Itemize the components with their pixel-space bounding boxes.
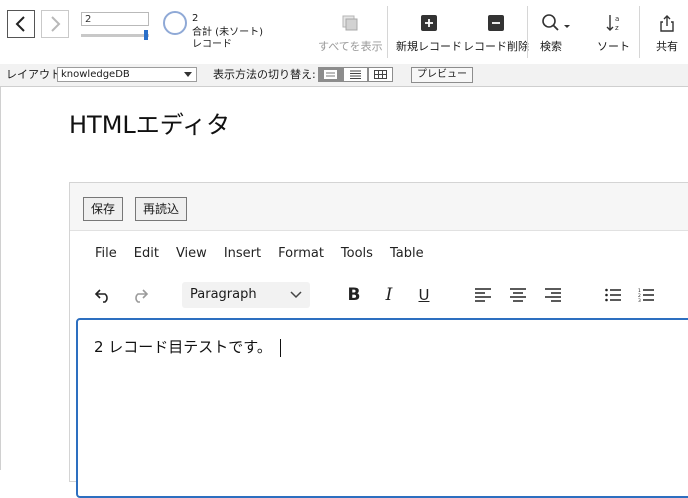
record-slider-thumb[interactable]	[144, 30, 148, 40]
chevron-down-icon	[184, 72, 192, 77]
sort-label: ソート	[597, 40, 630, 53]
html-editor-panel: 保存 再読込 File Edit View Insert Format Tool…	[69, 182, 688, 498]
record-unit-label: レコード	[192, 39, 232, 50]
editor-content-area[interactable]: 2 レコード目テストです。	[76, 318, 688, 498]
svg-text:z: z	[615, 24, 619, 32]
align-center-icon[interactable]	[507, 284, 529, 306]
menu-file[interactable]: File	[95, 246, 117, 262]
chevron-left-icon	[15, 16, 25, 32]
chevron-right-icon	[51, 16, 61, 32]
new-record-button[interactable]: 新規レコード	[396, 6, 462, 58]
minus-square-icon	[488, 15, 504, 31]
undo-icon[interactable]	[92, 284, 114, 306]
previous-record-button[interactable]	[7, 10, 35, 38]
chevron-down-icon	[290, 287, 302, 306]
format-toolbar: Paragraph B I U 1 2 3	[70, 279, 688, 311]
sort-az-icon: a z	[606, 15, 619, 32]
bullet-list-icon[interactable]	[602, 284, 624, 306]
svg-text:a: a	[615, 15, 619, 23]
toolbar-divider	[387, 6, 388, 58]
show-all-button[interactable]: すべてを表示	[318, 6, 383, 58]
total-label: 合計 (未ソート)	[192, 27, 263, 38]
list-view-icon	[350, 70, 361, 79]
status-toolbar: 2 2 合計 (未ソート) レコード すべてを表示 新規レコード レコード削除 …	[0, 0, 688, 65]
show-all-label: すべてを表示	[318, 40, 383, 53]
stack-icon	[342, 15, 358, 31]
page-title: HTMLエディタ	[69, 111, 231, 139]
record-slider[interactable]	[81, 34, 149, 37]
paragraph-select[interactable]: Paragraph	[182, 282, 310, 308]
editor-text-value: 2 レコード目テストです。	[94, 338, 272, 356]
share-icon	[660, 15, 674, 32]
menu-tools[interactable]: Tools	[341, 246, 373, 262]
redo-icon[interactable]	[129, 284, 151, 306]
align-right-icon[interactable]	[542, 284, 564, 306]
search-button[interactable]: 検索	[540, 6, 572, 58]
plus-square-icon	[421, 15, 437, 31]
found-count: 2	[192, 13, 199, 24]
found-set-pie-icon	[163, 11, 187, 35]
save-button[interactable]: 保存	[83, 197, 124, 221]
numbered-list-icon[interactable]: 1 2 3	[635, 284, 657, 306]
editor-actions-bar: 保存 再読込	[70, 183, 688, 231]
editor-text[interactable]: 2 レコード目テストです。	[94, 336, 281, 358]
table-view-button[interactable]	[368, 67, 393, 82]
menu-table[interactable]: Table	[390, 246, 424, 262]
form-view-icon	[324, 70, 337, 79]
svg-text:3: 3	[638, 298, 641, 302]
menu-insert[interactable]: Insert	[224, 246, 261, 262]
toolbar-divider	[639, 6, 640, 58]
menu-format[interactable]: Format	[278, 246, 324, 262]
delete-record-label: レコード削除	[463, 40, 529, 53]
delete-record-button[interactable]: レコード削除	[463, 6, 529, 58]
list-view-button[interactable]	[343, 67, 368, 82]
next-record-button[interactable]	[41, 10, 69, 38]
layout-select-value: knowledgeDB	[61, 69, 130, 80]
layout-select[interactable]: knowledgeDB	[57, 67, 197, 82]
menu-edit[interactable]: Edit	[134, 246, 159, 262]
current-record-input[interactable]: 2	[81, 12, 149, 26]
sort-button[interactable]: a z ソート	[597, 6, 630, 58]
search-label: 検索	[540, 40, 562, 53]
form-view-button[interactable]	[318, 67, 343, 82]
search-icon	[542, 14, 570, 31]
share-label: 共有	[656, 40, 678, 53]
view-switch-label: 表示方法の切り替え:	[213, 68, 316, 81]
new-record-label: 新規レコード	[396, 40, 462, 53]
editor-menubar: File Edit View Insert Format Tools Table	[95, 246, 441, 262]
share-button[interactable]: 共有	[656, 6, 678, 58]
content-border	[0, 87, 1, 470]
text-caret	[279, 338, 281, 357]
layout-label: レイアウト:	[6, 68, 65, 81]
underline-icon[interactable]: U	[413, 284, 435, 306]
paragraph-select-value: Paragraph	[190, 287, 257, 302]
menu-view[interactable]: View	[176, 246, 207, 262]
italic-icon[interactable]: I	[378, 284, 400, 306]
align-left-icon[interactable]	[472, 284, 494, 306]
bold-icon[interactable]: B	[343, 284, 365, 306]
table-view-icon	[374, 70, 387, 79]
toolbar-divider	[527, 6, 528, 58]
reload-button[interactable]: 再読込	[135, 197, 188, 221]
layout-bar: レイアウト: knowledgeDB 表示方法の切り替え: プレビュー	[0, 64, 688, 87]
preview-button[interactable]: プレビュー	[411, 67, 473, 83]
